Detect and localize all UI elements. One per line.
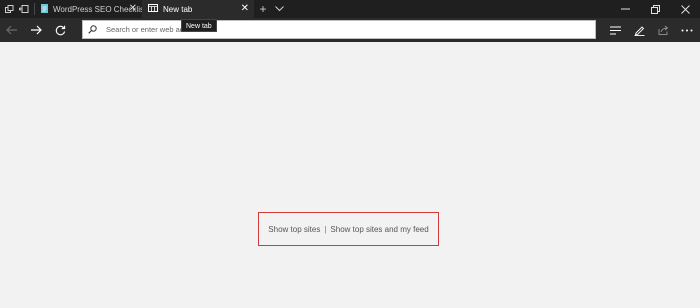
new-tab-plus-icon[interactable]: + [257,0,269,18]
new-tab-tooltip: New tab [181,19,217,32]
address-bar[interactable] [82,20,596,39]
chevron-down-icon[interactable] [273,0,285,18]
address-input[interactable] [106,22,595,37]
tab-label: WordPress SEO Checklist - - [53,4,156,14]
show-top-sites-and-feed-link[interactable]: Show top sites and my feed [330,225,428,234]
document-icon [41,3,48,15]
share-icon[interactable] [652,18,674,42]
close-tab-icon[interactable]: ✕ [129,3,137,15]
restore-button[interactable] [640,0,670,18]
more-options-icon[interactable] [676,18,698,42]
set-aside-tabs-icon[interactable] [17,0,31,18]
reading-view-icon[interactable] [604,18,626,42]
close-window-button[interactable] [670,0,700,18]
newtab-grid-icon [148,4,158,14]
minimize-button[interactable] [610,0,640,18]
close-tab-icon[interactable]: ✕ [241,3,249,15]
options-separator: | [324,224,327,234]
navigation-bar [0,18,700,42]
refresh-button[interactable] [49,18,71,42]
tab-new-tab[interactable]: New tab ✕ [142,0,254,18]
back-button[interactable] [1,18,23,42]
show-top-sites-link[interactable]: Show top sites [268,225,320,234]
new-tab-options: Show top sites | Show top sites and my f… [258,212,439,246]
tab-label: New tab [163,4,193,14]
tab-manager-icon[interactable] [2,0,16,18]
forward-button[interactable] [25,18,47,42]
web-note-pen-icon[interactable] [628,18,650,42]
search-icon [88,25,104,34]
tab-wordpress-seo-checklist[interactable]: WordPress SEO Checklist - - ✕ [35,0,156,18]
tab-bar: WordPress SEO Checklist - - ✕ New tab ✕ … [0,0,700,18]
new-tab-page: Show top sites | Show top sites and my f… [0,42,700,308]
